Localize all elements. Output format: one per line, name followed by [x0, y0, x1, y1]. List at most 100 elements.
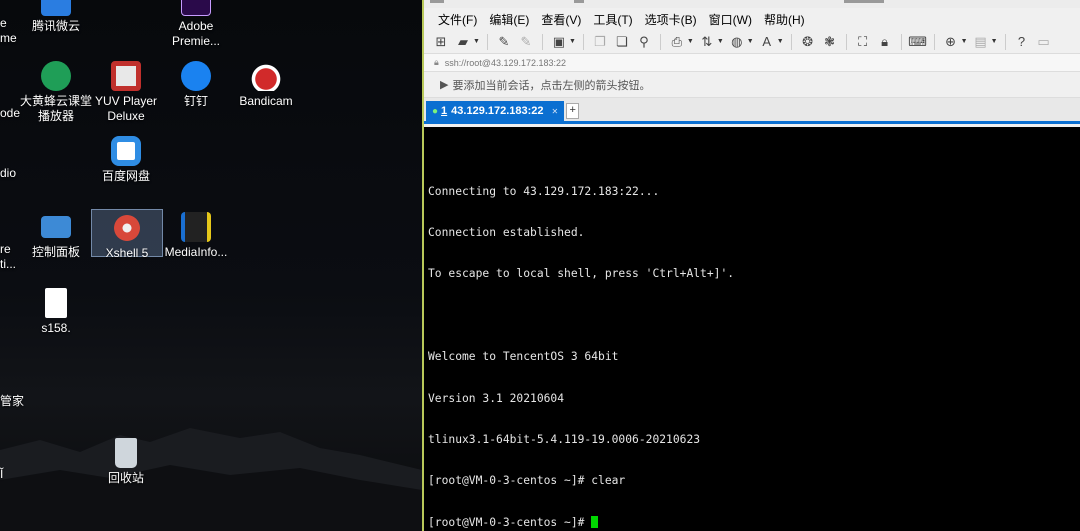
address-bar[interactable]: 🔒︎ ssh://root@43.129.172.183:22: [424, 54, 1080, 72]
desktop-icon-yuv-player[interactable]: YUV Player Deluxe: [90, 61, 162, 124]
font-icon[interactable]: A: [758, 33, 776, 51]
baidu-netdisk-icon: [111, 136, 141, 166]
control-panel-icon: [41, 216, 71, 238]
menu-edit[interactable]: 编辑(E): [483, 11, 535, 28]
edge-label: e: [0, 16, 7, 30]
desktop-icon-weiyun[interactable]: 腾讯微云: [20, 0, 92, 34]
desktop-icon-label: YUV Player Deluxe: [94, 94, 158, 123]
comment-icon[interactable]: ▭: [1035, 33, 1053, 51]
new-tab-button[interactable]: +: [566, 103, 580, 119]
edge-label: dio: [0, 166, 17, 180]
edge-label: ode: [0, 106, 21, 120]
menu-tabs[interactable]: 选项卡(B): [639, 11, 703, 28]
lock-icon: 🔒︎: [434, 57, 439, 67]
chevron-down-icon[interactable]: ▼: [473, 38, 480, 45]
desktop-icon-xshell[interactable]: Xshell 5: [91, 209, 163, 260]
chevron-down-icon[interactable]: ▼: [717, 38, 724, 45]
chevron-down-icon[interactable]: ▼: [747, 38, 754, 45]
transfer-icon[interactable]: ⇅: [698, 33, 716, 51]
desktop: e me ode dio re ti... 管家 Ĭ 腾讯微云 Adobe Pr…: [0, 0, 422, 531]
chevron-down-icon[interactable]: ▼: [569, 38, 576, 45]
desktop-icon-bumblebee-player[interactable]: 大黄蜂云课堂播放器: [20, 61, 92, 124]
terminal-line: Version 3.1 20210604: [428, 391, 565, 405]
address-text: ssh://root@43.129.172.183:22: [444, 57, 567, 68]
desktop-icon-label: 回收站: [107, 471, 144, 485]
xftp-icon[interactable]: ❂: [799, 33, 817, 51]
desktop-icon-baidu-netdisk[interactable]: 百度网盘: [90, 136, 162, 184]
desktop-icon-label: MediaInfo...: [164, 245, 228, 259]
session-hint-text: 要添加当前会话，点击左侧的箭头按钮。: [452, 79, 651, 92]
chevron-down-icon[interactable]: ▼: [687, 38, 694, 45]
title-bar: [424, 0, 1080, 8]
weiyun-icon: [41, 0, 71, 16]
premiere-icon: [181, 0, 211, 16]
edge-label: re: [0, 242, 11, 256]
paste-icon[interactable]: ❏: [613, 33, 631, 51]
dingtalk-icon: [181, 61, 211, 91]
tab-label: 43.129.172.183:22: [451, 105, 544, 117]
desktop-icon-bandicam[interactable]: Bandicam: [230, 61, 302, 109]
print-icon[interactable]: ⎙: [668, 33, 686, 51]
desktop-icon-dingtalk[interactable]: 钉钉: [160, 61, 232, 109]
find-icon[interactable]: ⚲: [635, 33, 653, 51]
menu-tools[interactable]: 工具(T): [587, 11, 638, 28]
disconnect-icon[interactable]: ✎: [517, 33, 535, 51]
desktop-icon-control-panel[interactable]: 控制面板: [20, 212, 92, 260]
desktop-icon-label: Bandicam: [239, 94, 293, 108]
xagent-icon[interactable]: ❃: [821, 33, 839, 51]
terminal-prompt: [root@VM-0-3-centos ~]#: [428, 515, 592, 529]
desktop-icon-label: 腾讯微云: [31, 19, 80, 33]
menu-window[interactable]: 窗口(W): [703, 11, 758, 28]
recycle-bin-icon: [115, 438, 137, 468]
terminal-line: Welcome to TencentOS 3 64bit: [428, 350, 619, 364]
menu-bar: 文件(F) 编辑(E) 查看(V) 工具(T) 选项卡(B) 窗口(W) 帮助(…: [424, 8, 1080, 30]
xshell-icon: [112, 213, 142, 243]
yuv-player-icon: [111, 61, 141, 91]
edge-label: 管家: [0, 394, 25, 408]
keyboard-icon[interactable]: ⌨: [908, 33, 927, 51]
desktop-icon-label: s158.: [41, 321, 71, 335]
copy-icon[interactable]: ❐: [591, 33, 609, 51]
desktop-icon-label: 百度网盘: [101, 169, 150, 183]
lock-icon[interactable]: 🔒︎: [876, 33, 894, 51]
toolbar: ⊞ ▰ ▼ ✎ ✎ ▣ ▼ ❐ ❏ ⚲ ⎙ ▼ ⇅ ▼ ◍ ▼ A ▼ ❂ ❃ ⛶ 🔒︎ ⌨…: [424, 30, 1080, 54]
tab-number: 1: [441, 105, 448, 117]
new-session-icon[interactable]: ⊞: [432, 33, 450, 51]
menu-help[interactable]: 帮助(H): [758, 11, 811, 28]
tab-bar: ● 1 43.129.172.183:22 ✕ +: [424, 98, 1080, 124]
menu-file[interactable]: 文件(F): [432, 11, 483, 28]
fullscreen-icon[interactable]: ⛶: [854, 33, 872, 51]
desktop-icon-label: Xshell 5: [105, 246, 149, 260]
bandicam-icon: [251, 61, 281, 91]
open-folder-icon[interactable]: ▰: [454, 33, 472, 51]
chevron-down-icon[interactable]: ▼: [991, 38, 998, 45]
menu-view[interactable]: 查看(V): [535, 11, 587, 28]
document-icon: [45, 288, 67, 318]
help-icon[interactable]: ?: [1013, 33, 1031, 51]
session-hint-bar: ▶ 要添加当前会话，点击左侧的箭头按钮。: [424, 72, 1080, 98]
desktop-icon-mediainfo[interactable]: MediaInfo...: [160, 212, 232, 260]
desktop-icon-label: 大黄蜂云课堂播放器: [20, 94, 93, 123]
terminal[interactable]: Connecting to 43.129.172.183:22... Conne…: [424, 127, 1080, 531]
desktop-icon-recycle-bin[interactable]: 回收站: [90, 438, 162, 486]
add-session-arrow-icon[interactable]: ▶: [440, 78, 448, 91]
mediainfo-icon: [181, 212, 211, 242]
close-icon[interactable]: ✕: [552, 107, 559, 116]
properties-icon[interactable]: ▣: [550, 33, 568, 51]
globe-icon[interactable]: ◍: [728, 33, 746, 51]
add-tab-icon[interactable]: ⊕: [942, 33, 960, 51]
layout-icon[interactable]: ▤: [972, 33, 990, 51]
terminal-line: [root@VM-0-3-centos ~]# clear: [428, 474, 626, 488]
chevron-down-icon[interactable]: ▼: [961, 38, 968, 45]
mountain-silhouette: [0, 428, 422, 531]
connected-status-icon: ●: [432, 105, 439, 117]
desktop-icon-s158[interactable]: s158.: [20, 288, 92, 336]
edge-label: ti...: [0, 257, 17, 271]
tab-session[interactable]: ● 1 43.129.172.183:22 ✕: [426, 101, 565, 121]
connect-icon[interactable]: ✎: [495, 33, 513, 51]
chevron-down-icon[interactable]: ▼: [777, 38, 784, 45]
terminal-line: To escape to local shell, press 'Ctrl+Al…: [428, 267, 735, 281]
desktop-icon-premiere[interactable]: Adobe Premie...: [160, 0, 232, 49]
edge-label: Ĭ: [0, 467, 4, 481]
